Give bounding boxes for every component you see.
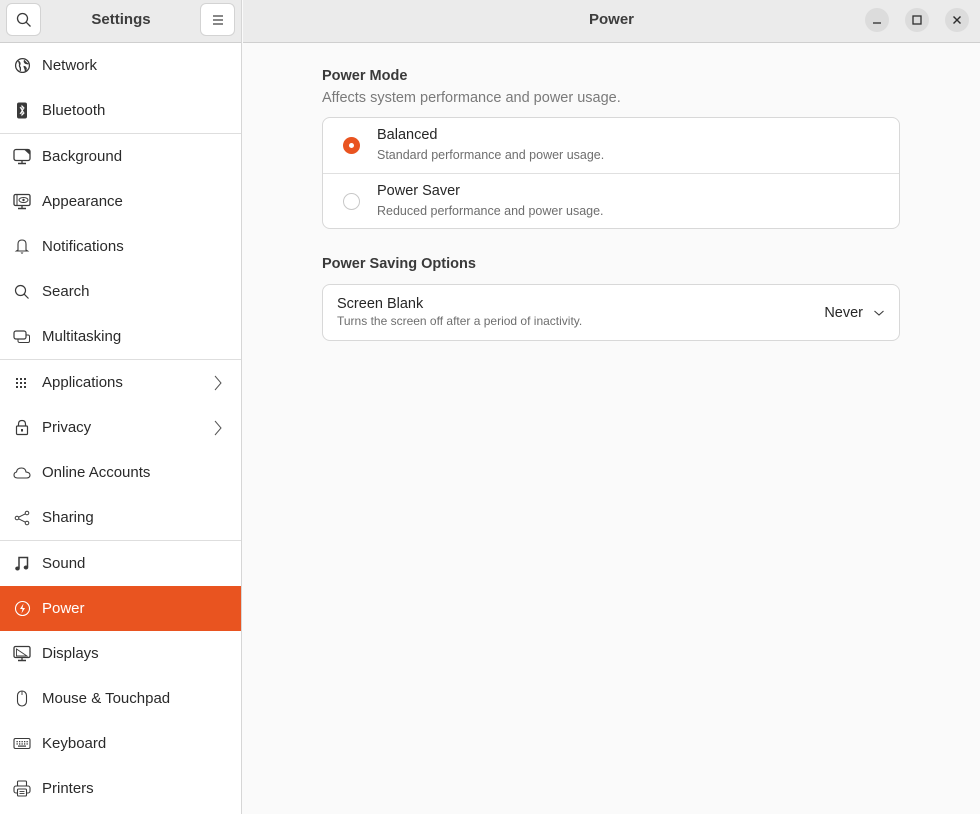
sidebar-item-label: Mouse & Touchpad	[42, 690, 171, 707]
sidebar-item-label: Bluetooth	[42, 102, 106, 119]
power-mode-card: Balanced Standard performance and power …	[322, 117, 900, 229]
monitor-eye-icon	[13, 193, 31, 211]
section-subtitle: Affects system performance and power usa…	[322, 90, 621, 106]
sidebar-item-label: Privacy	[42, 419, 92, 436]
screen-blank-description: Turns the screen off after a period of i…	[337, 314, 583, 328]
sidebar-item-privacy[interactable]: Privacy	[0, 405, 241, 450]
sidebar-item-mouse-touchpad[interactable]: Mouse & Touchpad	[0, 676, 241, 721]
sidebar: Settings Network Bluetooth Background Ap…	[0, 0, 242, 814]
screen-blank-label: Screen Blank	[337, 296, 424, 312]
sidebar-item-notifications[interactable]: Notifications	[0, 224, 241, 269]
power-mode-option-balanced[interactable]: Balanced Standard performance and power …	[323, 118, 899, 173]
sidebar-item-label: Multitasking	[42, 328, 122, 345]
minimize-icon	[873, 22, 881, 24]
printer-icon	[13, 780, 31, 798]
share-icon	[13, 509, 31, 527]
sidebar-item-label: Keyboard	[42, 735, 107, 752]
sidebar-item-appearance[interactable]: Appearance	[0, 179, 241, 224]
main-content: Power Mode Affects system performance an…	[243, 44, 980, 814]
sidebar-item-network[interactable]: Network	[0, 43, 241, 88]
keyboard-icon	[13, 735, 31, 753]
sidebar-item-bluetooth[interactable]: Bluetooth	[0, 88, 241, 133]
maximize-icon	[912, 15, 922, 25]
bluetooth-icon	[13, 102, 31, 120]
radio-button-checked[interactable]	[343, 137, 360, 154]
sidebar-item-label: Notifications	[42, 238, 124, 255]
sidebar-item-keyboard[interactable]: Keyboard	[0, 721, 241, 766]
mouse-icon	[13, 690, 31, 708]
maximize-button[interactable]	[905, 8, 929, 32]
sidebar-item-label: Sound	[42, 555, 86, 572]
sidebar-item-label: Background	[42, 148, 123, 165]
main-menu-button[interactable]	[200, 3, 235, 36]
sidebar-item-multitasking[interactable]: Multitasking	[0, 314, 241, 359]
titlebar: Power	[243, 0, 980, 43]
power-saving-card: Screen Blank Turns the screen off after …	[322, 284, 900, 341]
sidebar-item-sound[interactable]: Sound	[0, 541, 241, 586]
sidebar-item-applications[interactable]: Applications	[0, 360, 241, 405]
sidebar-item-printers[interactable]: Printers	[0, 766, 241, 811]
radio-button[interactable]	[343, 193, 360, 210]
display-icon	[13, 645, 31, 663]
option-description: Standard performance and power usage.	[377, 148, 605, 162]
globe-icon	[13, 57, 31, 75]
sidebar-item-displays[interactable]: Displays	[0, 631, 241, 676]
windows-icon	[13, 328, 31, 346]
grid-icon	[13, 374, 31, 392]
music-note-icon	[13, 555, 31, 573]
option-description: Reduced performance and power usage.	[377, 204, 604, 218]
sidebar-item-label: Power	[42, 600, 85, 617]
dropdown-value: Never	[824, 304, 863, 321]
sidebar-item-online-accounts[interactable]: Online Accounts	[0, 450, 241, 495]
screen-blank-dropdown[interactable]: Never	[824, 285, 885, 340]
sidebar-item-label: Network	[42, 57, 98, 74]
minimize-button[interactable]	[865, 8, 889, 32]
hamburger-menu-icon	[212, 14, 223, 25]
power-mode-section: Power Mode Affects system performance an…	[322, 68, 900, 229]
lock-icon	[13, 419, 31, 437]
sidebar-list: Network Bluetooth Background Appearance …	[0, 43, 241, 811]
sidebar-header: Settings	[0, 0, 241, 43]
cloud-icon	[13, 464, 31, 482]
chevron-right-icon	[214, 420, 222, 435]
section-title: Power Saving Options	[322, 256, 476, 272]
search-icon	[13, 283, 31, 301]
power-saving-section: Power Saving Options Screen Blank Turns …	[322, 256, 900, 341]
sidebar-item-label: Appearance	[42, 193, 123, 210]
power-mode-option-power-saver[interactable]: Power Saver Reduced performance and powe…	[323, 173, 899, 228]
sidebar-item-search[interactable]: Search	[0, 269, 241, 314]
sidebar-item-label: Online Accounts	[42, 464, 151, 481]
monitor-wallpaper-icon	[13, 148, 31, 166]
bell-icon	[13, 238, 31, 256]
chevron-right-icon	[214, 375, 222, 390]
sidebar-item-background[interactable]: Background	[0, 134, 241, 179]
sidebar-item-label: Search	[42, 283, 90, 300]
screen-blank-row[interactable]: Screen Blank Turns the screen off after …	[323, 285, 899, 340]
sidebar-item-label: Sharing	[42, 509, 94, 526]
section-title: Power Mode	[322, 68, 408, 84]
option-label: Power Saver	[377, 183, 461, 199]
option-label: Balanced	[377, 127, 438, 143]
power-bolt-icon	[13, 600, 31, 618]
sidebar-item-sharing[interactable]: Sharing	[0, 495, 241, 540]
sidebar-item-label: Applications	[42, 374, 123, 391]
sidebar-item-power[interactable]: Power	[0, 586, 241, 631]
sidebar-item-label: Displays	[42, 645, 99, 662]
close-icon	[953, 16, 961, 24]
chevron-down-icon	[874, 310, 884, 316]
sidebar-item-label: Printers	[42, 780, 94, 797]
close-button[interactable]	[945, 8, 969, 32]
